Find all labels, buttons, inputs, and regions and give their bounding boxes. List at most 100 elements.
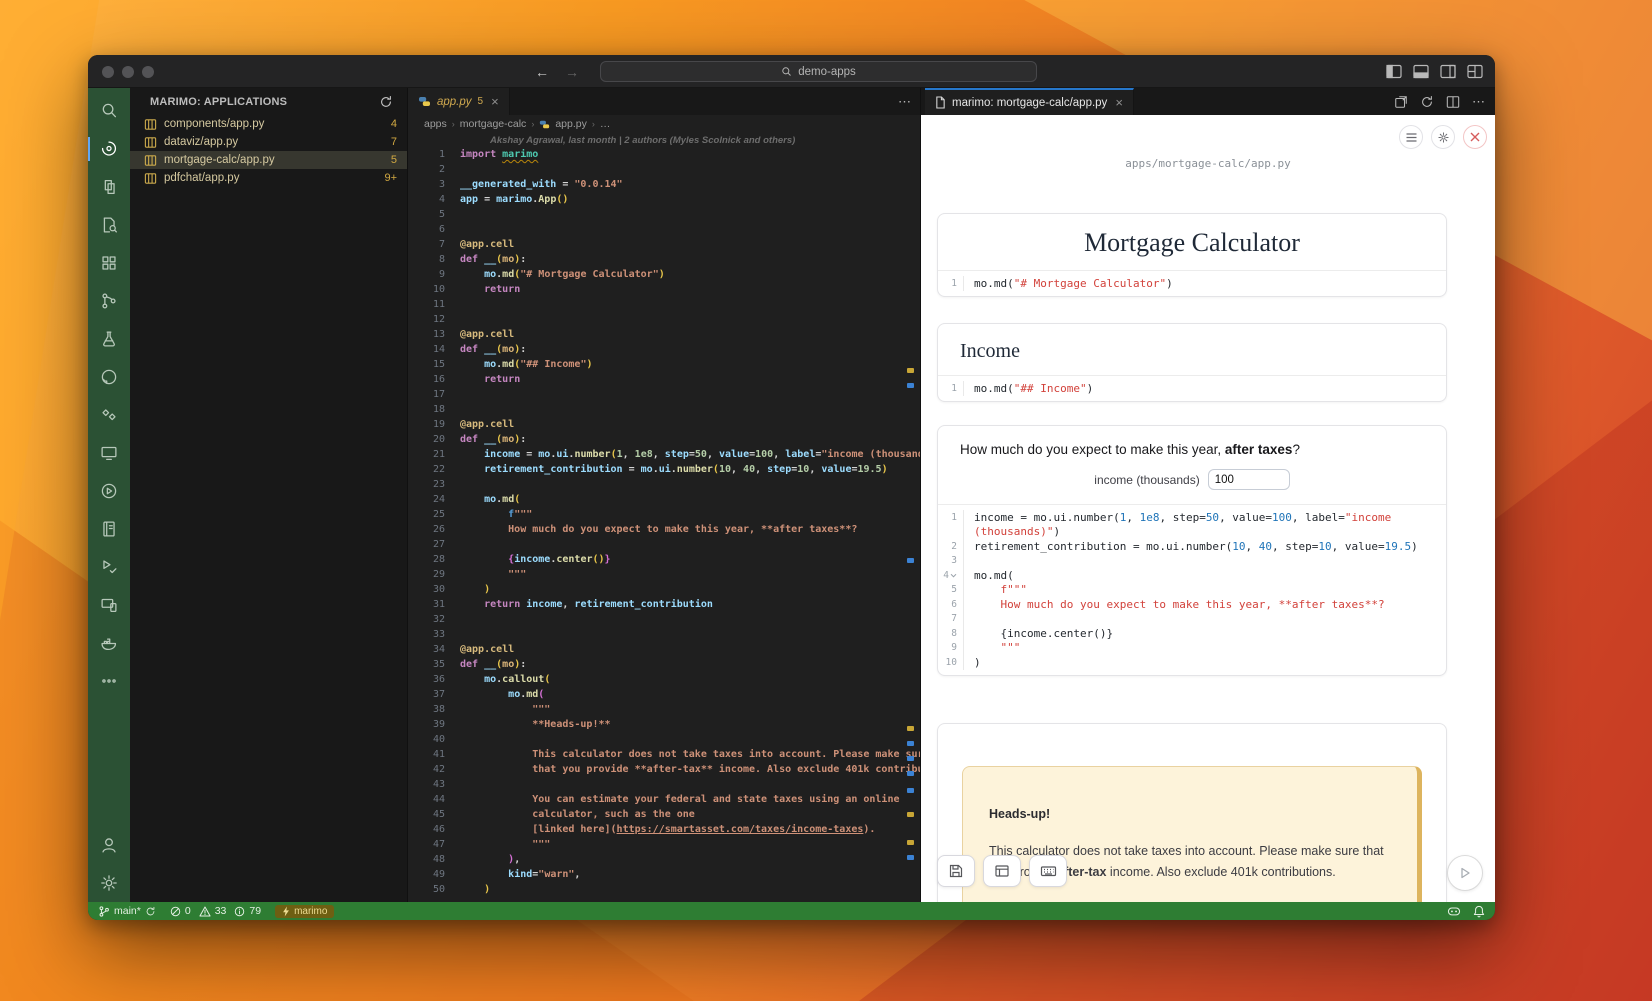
menu-button[interactable] xyxy=(1399,125,1423,149)
code-line[interactable]: 39 **Heads-up!** xyxy=(408,717,920,732)
activity-bar-item[interactable] xyxy=(88,548,130,586)
problems-status[interactable]: 0 33 79 xyxy=(170,905,261,917)
save-button[interactable] xyxy=(937,855,975,887)
run-app-button[interactable] xyxy=(1447,855,1483,891)
tab-marimo-preview[interactable]: marimo: mortgage-calc/app.py × xyxy=(925,88,1134,115)
keyboard-shortcuts-button[interactable] xyxy=(1029,855,1067,887)
breadcrumb[interactable]: apps› mortgage-calc› app.py› … xyxy=(408,115,920,133)
activity-bar-item[interactable] xyxy=(88,624,130,662)
navigate-forward-icon[interactable]: → xyxy=(565,64,579,80)
code-line[interactable]: 42 that you provide **after-tax** income… xyxy=(408,762,920,777)
code-line[interactable]: 15 mo.md("## Income") xyxy=(408,357,920,372)
activity-bar-item[interactable] xyxy=(88,92,130,130)
code-line[interactable]: 47 """ xyxy=(408,837,920,852)
sidebar-file-mortgage-calc-app-py[interactable]: mortgage-calc/app.py5 xyxy=(130,151,407,169)
activity-bar-item[interactable] xyxy=(88,826,130,864)
code-line[interactable]: 30 ) xyxy=(408,582,920,597)
code-line[interactable]: 28 {income.center()} xyxy=(408,552,920,567)
sidebar-file-components-app-py[interactable]: components/app.py4 xyxy=(130,115,407,133)
refresh-icon[interactable] xyxy=(379,95,393,109)
activity-bar-item[interactable] xyxy=(88,206,130,244)
code-line[interactable]: 6 xyxy=(408,222,920,237)
activity-bar-item[interactable] xyxy=(88,586,130,624)
code-line[interactable]: 45 calculator, such as the one xyxy=(408,807,920,822)
breadcrumb-item[interactable]: … xyxy=(600,118,611,130)
code-line[interactable]: 11 xyxy=(408,297,920,312)
activity-bar-item[interactable] xyxy=(88,662,130,700)
activity-bar-item[interactable] xyxy=(88,434,130,472)
refresh-preview-icon[interactable] xyxy=(1420,95,1434,109)
activity-bar-item[interactable] xyxy=(88,244,130,282)
zoom-window-button[interactable] xyxy=(142,66,154,78)
close-window-button[interactable] xyxy=(102,66,114,78)
editor-actions-more-icon[interactable]: ⋯ xyxy=(898,88,912,115)
code-line[interactable]: 35def __(mo): xyxy=(408,657,920,672)
code-line[interactable]: 18 xyxy=(408,402,920,417)
code-line[interactable]: 46 [linked here](https://smartasset.com/… xyxy=(408,822,920,837)
toggle-panel-icon[interactable] xyxy=(1413,64,1429,79)
marimo-status-chip[interactable]: marimo xyxy=(275,905,334,918)
minimize-window-button[interactable] xyxy=(122,66,134,78)
activity-bar-item[interactable] xyxy=(88,282,130,320)
code-line[interactable]: 36 mo.callout( xyxy=(408,672,920,687)
code-line[interactable]: 5 xyxy=(408,207,920,222)
code-line[interactable]: 24 mo.md( xyxy=(408,492,920,507)
toggle-sidebar-icon[interactable] xyxy=(1386,64,1402,79)
navigate-back-icon[interactable]: ← xyxy=(535,64,549,80)
traffic-lights[interactable] xyxy=(102,66,154,78)
activity-bar-item[interactable] xyxy=(88,864,130,902)
panel-layout-button[interactable] xyxy=(983,855,1021,887)
activity-bar-item[interactable] xyxy=(88,168,130,206)
code-line[interactable]: 2 xyxy=(408,162,920,177)
code-line[interactable]: 13@app.cell xyxy=(408,327,920,342)
activity-bar-item[interactable] xyxy=(88,130,130,168)
sidebar-file-dataviz-app-py[interactable]: dataviz/app.py7 xyxy=(130,133,407,151)
activity-bar-item[interactable] xyxy=(88,358,130,396)
code-line[interactable]: 4app = marimo.App() xyxy=(408,192,920,207)
bell-icon[interactable] xyxy=(1473,905,1485,918)
code-line[interactable]: 38 """ xyxy=(408,702,920,717)
code-line[interactable]: 8def __(mo): xyxy=(408,252,920,267)
code-line[interactable]: 37 mo.md( xyxy=(408,687,920,702)
shutdown-button[interactable] xyxy=(1463,125,1487,149)
copilot-icon[interactable] xyxy=(1447,905,1461,917)
code-line[interactable]: 21 income = mo.ui.number(1, 1e8, step=50… xyxy=(408,447,920,462)
sidebar-file-pdfchat-app-py[interactable]: pdfchat/app.py9+ xyxy=(130,169,407,187)
toggle-secondary-sidebar-icon[interactable] xyxy=(1440,64,1456,79)
code-line[interactable]: 41 This calculator does not take taxes i… xyxy=(408,747,920,762)
code-line[interactable]: 19@app.cell xyxy=(408,417,920,432)
fold-chevron-icon[interactable] xyxy=(950,573,957,578)
close-tab-icon[interactable]: × xyxy=(1115,95,1123,110)
code-line[interactable]: 1import marimo xyxy=(408,147,920,162)
breadcrumb-item[interactable]: apps xyxy=(424,118,447,130)
code-line[interactable]: 29 """ xyxy=(408,567,920,582)
code-line[interactable]: 31 return income, retirement_contributio… xyxy=(408,597,920,612)
code-line[interactable]: 7@app.cell xyxy=(408,237,920,252)
code-editor[interactable]: Akshay Agrawal, last month | 2 authors (… xyxy=(408,133,920,897)
code-line[interactable]: 50 ) xyxy=(408,882,920,897)
code-line[interactable]: 33 xyxy=(408,627,920,642)
code-line[interactable]: 26 How much do you expect to make this y… xyxy=(408,522,920,537)
code-line[interactable]: 17 xyxy=(408,387,920,402)
activity-bar-item[interactable] xyxy=(88,510,130,548)
code-line[interactable]: 9 mo.md("# Mortgage Calculator") xyxy=(408,267,920,282)
code-line[interactable]: 40 xyxy=(408,732,920,747)
code-line[interactable]: 48 ), xyxy=(408,852,920,867)
activity-bar-item[interactable] xyxy=(88,320,130,358)
code-line[interactable]: 14def __(mo): xyxy=(408,342,920,357)
split-editor-icon[interactable] xyxy=(1446,95,1460,109)
open-editor-icon[interactable] xyxy=(1394,95,1408,109)
activity-bar-item[interactable] xyxy=(88,472,130,510)
code-line[interactable]: 32 xyxy=(408,612,920,627)
code-line[interactable]: 23 xyxy=(408,477,920,492)
code-line[interactable]: 20def __(mo): xyxy=(408,432,920,447)
breadcrumb-item[interactable]: mortgage-calc xyxy=(460,118,527,130)
code-line[interactable]: 22 retirement_contribution = mo.ui.numbe… xyxy=(408,462,920,477)
tab-app-py[interactable]: app.py 5 × xyxy=(408,88,510,115)
activity-bar-item[interactable] xyxy=(88,396,130,434)
income-number-input[interactable] xyxy=(1208,469,1290,490)
sync-icon[interactable] xyxy=(145,906,156,917)
code-line[interactable]: 49 kind="warn", xyxy=(408,867,920,882)
code-line[interactable]: 25 f""" xyxy=(408,507,920,522)
code-line[interactable]: 27 xyxy=(408,537,920,552)
